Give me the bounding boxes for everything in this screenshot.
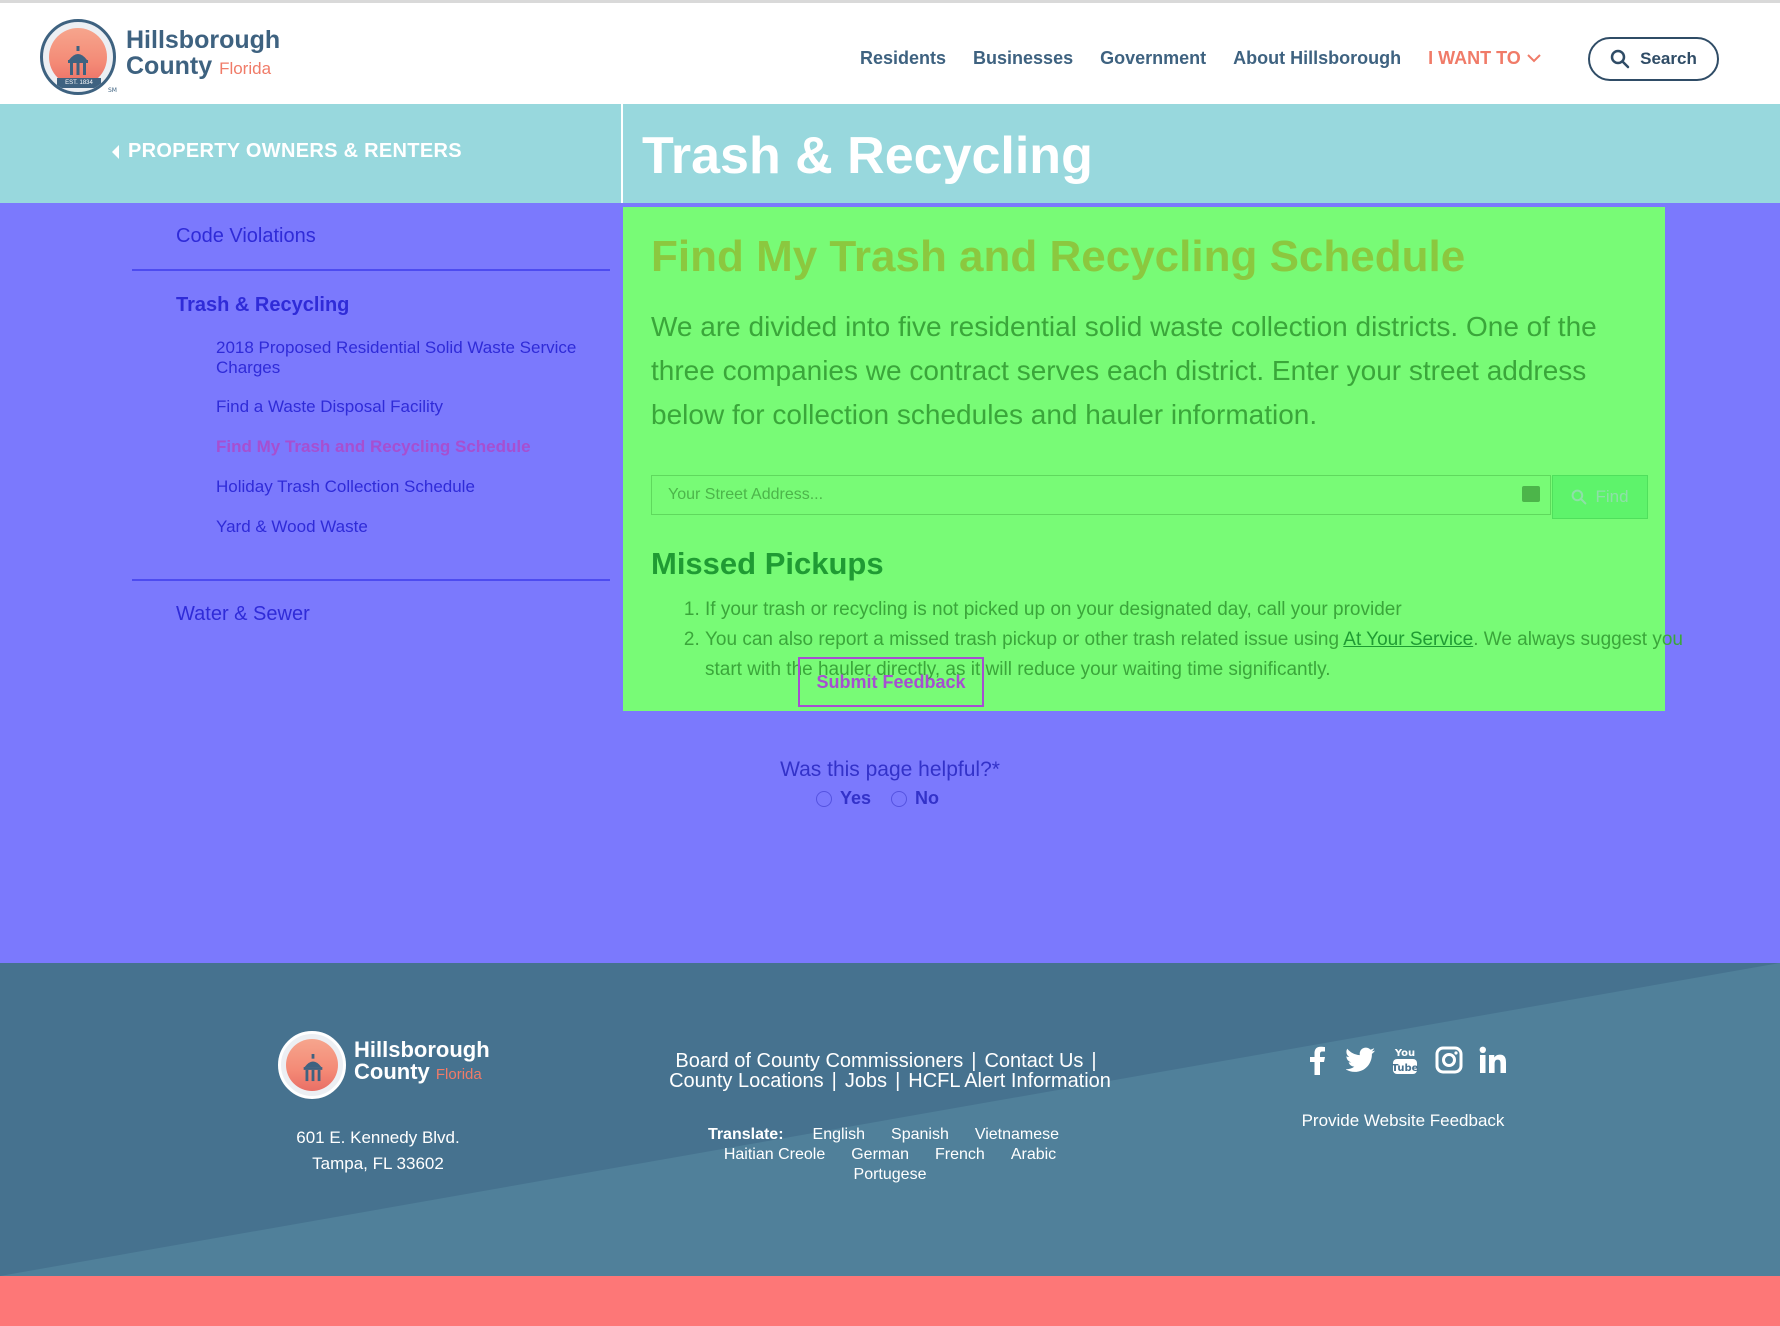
- lang-german[interactable]: German: [851, 1146, 909, 1163]
- seal-est-text: EST. 1834: [57, 78, 101, 88]
- page-title: Trash & Recycling: [642, 127, 1093, 185]
- feedback-options: Yes No: [816, 788, 951, 809]
- logo-line2: County Florida: [126, 52, 272, 80]
- county-seal-icon: [278, 1031, 346, 1099]
- find-button[interactable]: Find: [1552, 475, 1648, 519]
- address-field: [651, 475, 1551, 515]
- missed-pickups-heading: Missed Pickups: [651, 546, 884, 581]
- sidebar-subitem-holiday-schedule[interactable]: Holiday Trash Collection Schedule: [216, 477, 596, 497]
- translate-links: Translate: English Spanish Vietnamese Haiti…: [680, 1125, 1100, 1185]
- county-logo[interactable]: EST. 1834 Hillsborough County Florida SM: [40, 19, 280, 99]
- svg-text:You: You: [1394, 1048, 1415, 1059]
- instagram-icon[interactable]: [1434, 1045, 1464, 1075]
- lang-arabic[interactable]: Arabic: [1011, 1146, 1056, 1163]
- county-seal-icon: EST. 1834: [40, 19, 116, 95]
- sidebar-subitem-waste-disposal-facility[interactable]: Find a Waste Disposal Facility: [216, 397, 596, 417]
- footer-link-jobs[interactable]: Jobs: [845, 1070, 887, 1092]
- title-band: PROPERTY OWNERS & RENTERS Trash & Recycl…: [0, 104, 1780, 203]
- lang-portugese[interactable]: Portugese: [854, 1166, 927, 1183]
- logo-state: Florida: [219, 59, 272, 78]
- provide-website-feedback-link[interactable]: Provide Website Feedback: [1230, 1111, 1576, 1131]
- search-icon: [1572, 489, 1587, 505]
- address-line1: 601 E. Kennedy Blvd.: [296, 1128, 460, 1147]
- sidebar-divider: [132, 269, 610, 271]
- bottom-accent-bar: [0, 1276, 1780, 1326]
- search-button[interactable]: Search: [1588, 37, 1719, 81]
- footer-logo-line2: County Florida: [354, 1059, 482, 1084]
- footer-logo-line1: Hillsborough: [354, 1037, 490, 1062]
- chevron-down-icon: [1527, 54, 1541, 63]
- facebook-icon[interactable]: [1302, 1045, 1332, 1075]
- logo-service-mark: SM: [108, 87, 117, 94]
- submit-feedback-button[interactable]: Submit Feedback: [798, 657, 984, 707]
- footer-link-contact[interactable]: Contact Us: [984, 1050, 1083, 1072]
- address-line2: Tampa, FL 33602: [312, 1154, 444, 1173]
- feedback-no-radio[interactable]: [891, 790, 908, 807]
- search-icon: [1610, 49, 1630, 69]
- content-panel: Find My Trash and Recycling Schedule We …: [623, 207, 1683, 711]
- intro-paragraph: We are divided into five residential sol…: [651, 311, 1597, 430]
- band-divider: [621, 104, 623, 203]
- footer-link-hcfl-alert[interactable]: HCFL Alert Information: [908, 1070, 1111, 1092]
- find-button-label: Find: [1595, 487, 1629, 506]
- main-area: Code Violations Trash & Recycling 2018 P…: [0, 203, 1780, 963]
- street-address-input[interactable]: [652, 476, 1512, 514]
- lang-french[interactable]: French: [935, 1146, 985, 1163]
- lang-haitian-creole[interactable]: Haitian Creole: [724, 1146, 825, 1163]
- site-footer: Hillsborough County Florida 601 E. Kenne…: [0, 963, 1780, 1276]
- footer-logo-state: Florida: [435, 1066, 482, 1083]
- page: EST. 1834 Hillsborough County Florida SM…: [0, 0, 1780, 1326]
- autofill-key-icon[interactable]: [1522, 486, 1540, 502]
- sidebar-item-code-violations[interactable]: Code Violations: [176, 225, 316, 248]
- lang-english[interactable]: English: [813, 1126, 865, 1143]
- nav-businesses[interactable]: Businesses: [973, 43, 1073, 73]
- lang-spanish[interactable]: Spanish: [891, 1126, 949, 1143]
- sidebar-subitem-find-schedule[interactable]: Find My Trash and Recycling Schedule: [216, 437, 596, 457]
- nav-residents[interactable]: Residents: [860, 43, 946, 73]
- sidebar-item-water-sewer[interactable]: Water & Sewer: [176, 603, 310, 626]
- sidebar-subitem-yard-wood-waste[interactable]: Yard & Wood Waste: [216, 517, 596, 537]
- feedback-yes-radio[interactable]: [816, 790, 832, 807]
- footer-link-locations[interactable]: County Locations: [669, 1070, 824, 1092]
- nav-i-want-to[interactable]: I WANT TO: [1428, 43, 1541, 73]
- social-links: You Tube: [1302, 1045, 1508, 1075]
- feedback-question: Was this page helpful?*: [780, 758, 1000, 781]
- footer-address: 601 E. Kennedy Blvd. Tampa, FL 33602: [258, 1125, 498, 1177]
- translate-label: Translate:: [707, 1126, 784, 1143]
- site-header: EST. 1834 Hillsborough County Florida SM…: [0, 0, 1780, 104]
- back-link-label: PROPERTY OWNERS & RENTERS: [128, 140, 462, 162]
- main-nav: Residents Businesses Government About Hi…: [860, 43, 1568, 73]
- list-item: If your trash or recycling is not picked…: [705, 595, 1695, 625]
- content-heading: Find My Trash and Recycling Schedule: [651, 232, 1466, 281]
- svg-text:Tube: Tube: [1392, 1063, 1418, 1074]
- nav-about-hillsborough[interactable]: About Hillsborough: [1233, 43, 1401, 73]
- footer-logo[interactable]: Hillsborough County Florida: [278, 1031, 518, 1101]
- youtube-icon[interactable]: You Tube: [1390, 1045, 1420, 1075]
- feedback-no-label[interactable]: No: [915, 788, 939, 809]
- sidebar-divider: [132, 579, 610, 581]
- nav-i-want-to-label: I WANT TO: [1428, 48, 1521, 68]
- at-your-service-link[interactable]: At Your Service: [1343, 629, 1473, 650]
- nav-government[interactable]: Government: [1100, 43, 1206, 73]
- lang-vietnamese[interactable]: Vietnamese: [975, 1126, 1059, 1143]
- footer-links: Board of County Commissioners | Contact Us…: [669, 1050, 1111, 1092]
- search-button-label: Search: [1640, 49, 1697, 68]
- footer-link-board[interactable]: Board of County Commissioners: [675, 1050, 963, 1072]
- feedback-yes-label[interactable]: Yes: [840, 788, 871, 809]
- back-to-property-owners-link[interactable]: PROPERTY OWNERS & RENTERS: [110, 140, 462, 163]
- logo-line1: Hillsborough: [126, 26, 281, 54]
- twitter-icon[interactable]: [1346, 1045, 1376, 1075]
- sidebar-item-trash-recycling[interactable]: Trash & Recycling: [176, 294, 349, 317]
- sidebar-subitem-solid-waste-charges[interactable]: 2018 Proposed Residential Solid Waste Se…: [216, 338, 596, 378]
- linkedin-icon[interactable]: [1478, 1045, 1508, 1075]
- caret-left-icon: [112, 144, 119, 159]
